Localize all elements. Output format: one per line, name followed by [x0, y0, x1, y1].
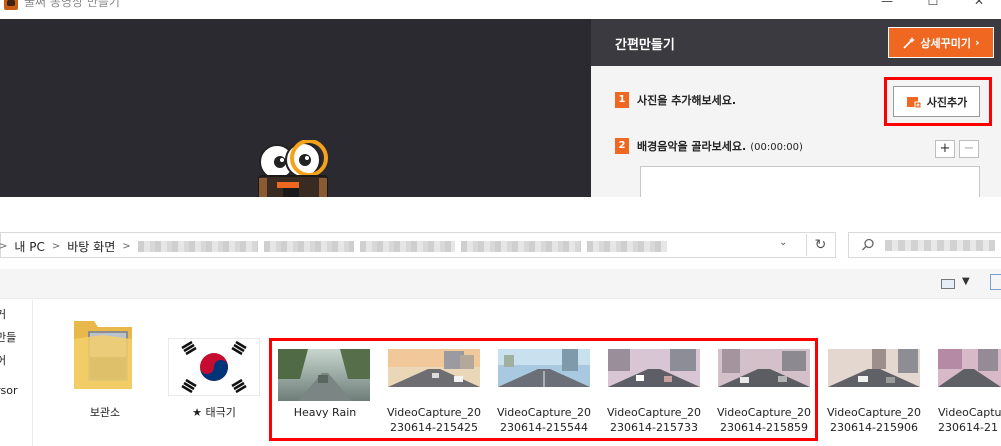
chevron-down-icon[interactable]: ⌄ — [779, 237, 787, 248]
add-photo-label: 사진추가 — [926, 95, 968, 109]
refresh-button[interactable]: ↻ — [806, 234, 834, 256]
app-logo-icon — [4, 0, 18, 10]
view-dropdown-icon[interactable]: ▼ — [962, 276, 970, 287]
video-capture-thumbnail — [938, 349, 1001, 387]
detail-decorate-label: 상세꾸미기 — [920, 36, 972, 50]
panel-title: 간편만들기 — [615, 38, 675, 53]
step-2-label: 배경음악을 골라보세요. — [637, 140, 747, 153]
minimize-button[interactable]: — — [864, 0, 910, 16]
navigation-pane: 거 만들 어 rsor — [0, 300, 33, 446]
search-icon — [862, 238, 874, 251]
file-name: 보관소 — [89, 406, 121, 419]
magic-wand-icon — [903, 36, 916, 49]
step-1-badge: 1 — [615, 92, 629, 108]
blurred-path-segment — [137, 240, 258, 252]
breadcrumb-desktop[interactable]: 바탕 화면 — [67, 238, 115, 255]
file-name-line2: 230614-215906 — [830, 421, 918, 434]
blurred-path-segment — [586, 240, 667, 252]
preview-pane-icon[interactable] — [990, 274, 1001, 290]
file-explorer-window: > 내 PC > 바탕 화면 > ⌄ ↻ ▼ 들 sor 보관소 ★ 태극기 H… — [0, 197, 1001, 446]
blurred-path-segment — [359, 240, 455, 252]
panel-header: 간편만들기 상세꾸미기 › — [591, 19, 1001, 66]
file-name: VideoCapture_20 230614-215906 — [821, 405, 927, 435]
view-mode-icon[interactable] — [941, 279, 955, 289]
chevron-right-icon: › — [975, 36, 980, 49]
step-1-text: 사진을 추가해보세요. — [637, 94, 737, 107]
step-2-badge: 2 — [615, 138, 629, 154]
search-input[interactable] — [848, 232, 1001, 258]
chevron-right-icon: > — [51, 240, 61, 252]
file-name-line2: 230614-21 — [938, 421, 998, 434]
breadcrumb: > 내 PC > 바탕 화면 > — [0, 238, 673, 255]
music-duration: (00:00:00) — [750, 142, 803, 153]
video-capture-thumbnail — [828, 349, 920, 387]
chevron-right-icon: > — [0, 240, 8, 252]
window-title: 꿀써 동영상 만들기 — [24, 0, 120, 9]
file-name: ★ 태극기 — [192, 406, 236, 419]
mascot-icon — [258, 140, 328, 197]
nav-item[interactable]: rsor — [0, 384, 18, 397]
folder-icon — [74, 321, 132, 389]
file-name-line1: VideoCapture_20 — [826, 406, 922, 419]
close-button[interactable]: ✕ — [956, 0, 1001, 16]
breadcrumb-this-pc[interactable]: 내 PC — [14, 238, 44, 255]
blurred-path-segment — [460, 240, 581, 252]
easy-make-panel: 간편만들기 상세꾸미기 › 1 사진을 추가해보세요. 사진추가 2 배경음악을… — [591, 19, 1001, 206]
remove-music-button[interactable]: − — [959, 140, 979, 158]
step-2-text: 배경음악을 골라보세요. (00:00:00) — [637, 138, 803, 154]
blurred-search-text — [885, 240, 995, 251]
nav-item[interactable]: 거 — [0, 306, 6, 322]
file-name: VideoCapture_20 230614-21 — [931, 405, 1001, 435]
explorer-toolbar: ▼ — [0, 269, 1001, 299]
video-maker-window: 꿀써 동영상 만들기 — ☐ ✕ 간편만들기 상세꾸미기 › 1 사진을 추가해… — [0, 0, 1001, 206]
add-photo-icon — [906, 96, 922, 108]
add-music-button[interactable]: + — [935, 140, 955, 158]
address-bar[interactable]: > 내 PC > 바탕 화면 > ⌄ ↻ — [0, 232, 836, 258]
nav-item[interactable]: 어 — [0, 352, 6, 368]
korea-flag-thumbnail — [168, 338, 260, 396]
file-name-line1: VideoCapture_20 — [938, 406, 1001, 419]
maximize-button[interactable]: ☐ — [910, 0, 956, 16]
video-preview-area — [0, 19, 591, 197]
nav-item[interactable]: 만들 — [0, 329, 16, 345]
chevron-right-icon: > — [122, 240, 131, 252]
blurred-path-segment — [263, 240, 354, 252]
add-photo-button[interactable]: 사진추가 — [893, 86, 980, 117]
highlight-box-selected-files — [269, 338, 818, 441]
title-bar: 꿀써 동영상 만들기 — ☐ ✕ — [0, 0, 1001, 19]
detail-decorate-button[interactable]: 상세꾸미기 › — [888, 27, 994, 58]
